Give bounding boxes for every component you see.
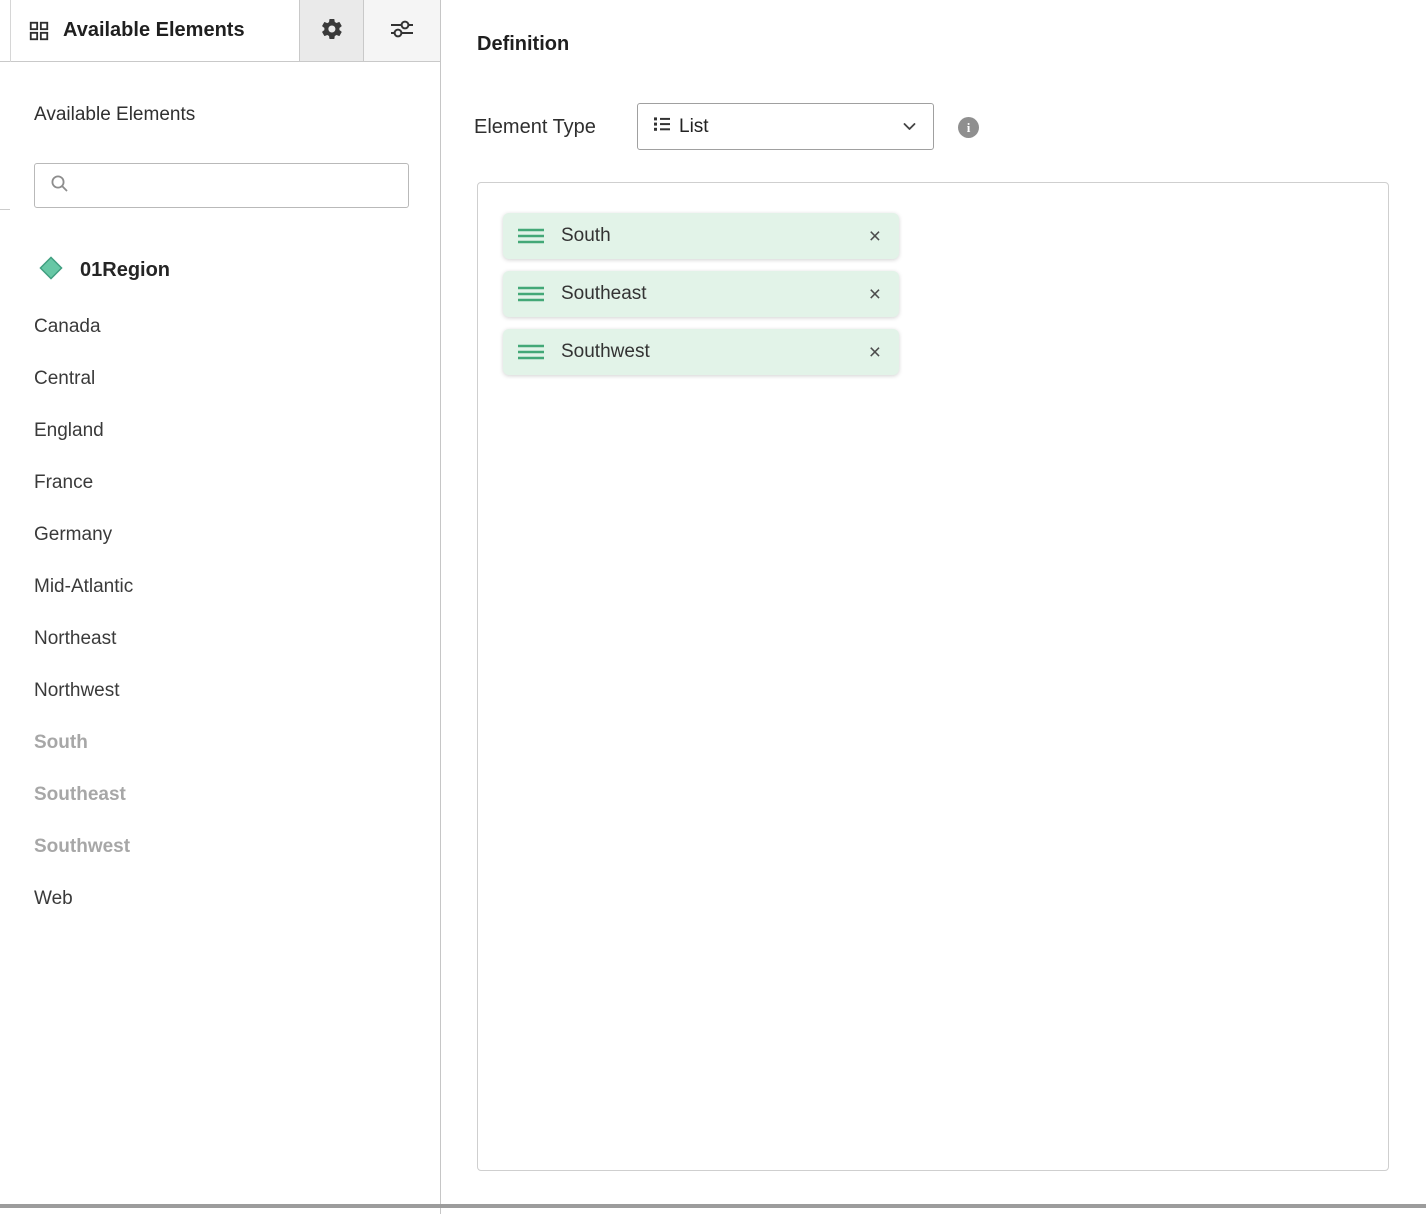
element-list: Canada Central England France Germany Mi…	[0, 301, 440, 925]
list-item[interactable]: Northeast	[0, 613, 440, 665]
list-item[interactable]: Northwest	[0, 665, 440, 717]
selected-element-chip[interactable]: Southeast ×	[503, 271, 899, 317]
drag-handle-icon[interactable]	[517, 344, 545, 360]
chip-label: Southeast	[561, 283, 647, 305]
element-type-value: List	[679, 116, 709, 138]
drag-handle-icon[interactable]	[517, 228, 545, 244]
diamond-icon	[38, 255, 64, 286]
page-title: Definition	[477, 33, 569, 56]
list-item[interactable]: Southeast	[0, 769, 440, 821]
panel-title: Available Elements	[63, 19, 245, 42]
close-icon[interactable]: ×	[865, 224, 885, 249]
list-item[interactable]: Germany	[0, 509, 440, 561]
drag-handle-icon[interactable]	[517, 286, 545, 302]
chip-label: Southwest	[561, 341, 650, 363]
settings-button[interactable]	[299, 0, 363, 61]
list-item[interactable]: Canada	[0, 301, 440, 353]
search-icon	[49, 173, 70, 199]
panel-edge-line	[10, 0, 11, 62]
grid-icon	[28, 20, 50, 42]
search-input[interactable]	[80, 164, 408, 207]
list-item[interactable]: Web	[0, 873, 440, 925]
panel-edge-tick	[0, 209, 10, 210]
list-item[interactable]: France	[0, 457, 440, 509]
available-elements-panel: Available Elements	[0, 0, 441, 1214]
selected-element-chip[interactable]: South ×	[503, 213, 899, 259]
list-item[interactable]: Mid-Atlantic	[0, 561, 440, 613]
list-item[interactable]: Southwest	[0, 821, 440, 873]
available-elements-label: Available Elements	[34, 104, 195, 126]
element-picker-dialog: Available Elements	[0, 0, 1426, 1214]
sidebar-header: Available Elements	[0, 0, 440, 62]
selected-element-chip[interactable]: Southwest ×	[503, 329, 899, 375]
list-item[interactable]: England	[0, 405, 440, 457]
list-type-icon	[652, 114, 672, 139]
sliders-icon	[388, 17, 416, 44]
info-icon[interactable]: i	[958, 117, 979, 138]
element-type-dropdown[interactable]: List	[637, 103, 934, 150]
list-item[interactable]: Central	[0, 353, 440, 405]
close-icon[interactable]: ×	[865, 340, 885, 365]
filter-options-button[interactable]	[363, 0, 440, 61]
attribute-group-label: 01Region	[80, 259, 170, 282]
definition-panel: Definition Element Type List i	[441, 0, 1426, 1214]
selected-elements-area: South × Southeast ×	[477, 182, 1389, 1171]
gear-icon	[320, 17, 344, 44]
list-item[interactable]: South	[0, 717, 440, 769]
attribute-group[interactable]: 01Region	[38, 254, 170, 286]
element-type-label: Element Type	[474, 103, 596, 151]
dialog-bottom-border	[0, 1204, 1426, 1208]
search-box	[34, 163, 409, 208]
chip-label: South	[561, 225, 611, 247]
chevron-down-icon	[900, 117, 919, 136]
close-icon[interactable]: ×	[865, 282, 885, 307]
